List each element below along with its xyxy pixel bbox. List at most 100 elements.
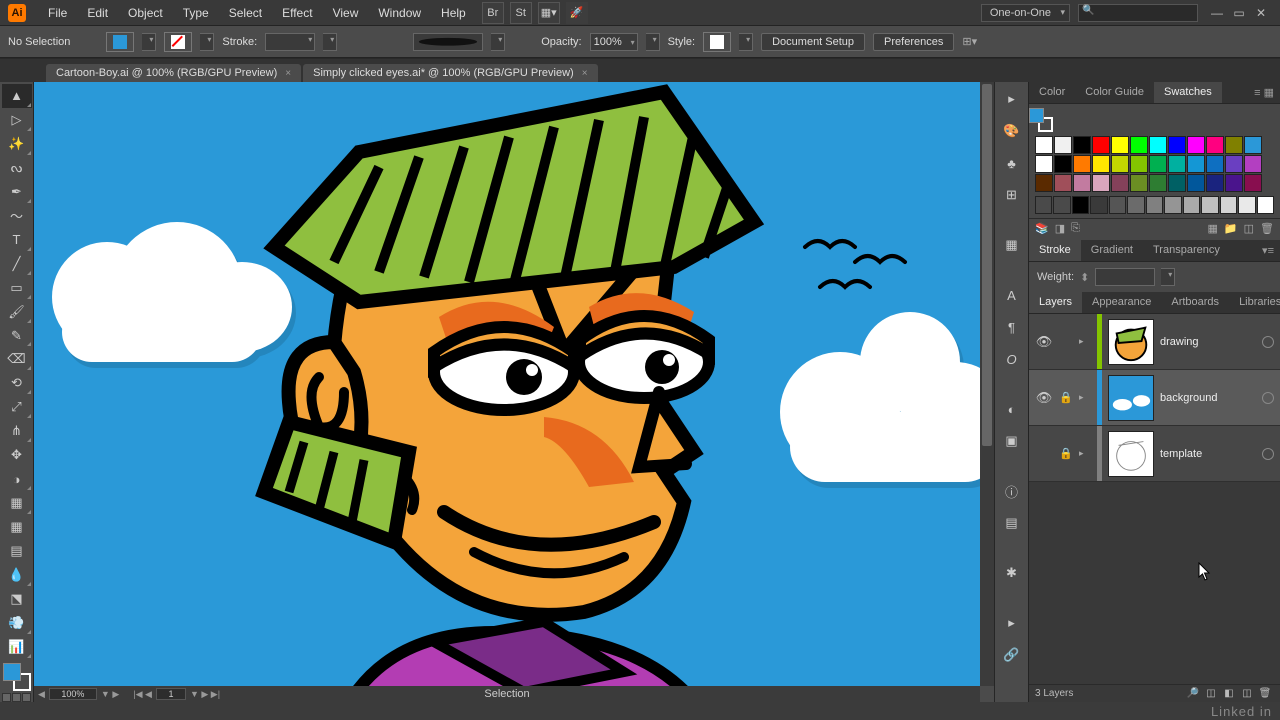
bridge-icon[interactable]: Br bbox=[482, 2, 504, 24]
swatch-chip[interactable] bbox=[1035, 155, 1053, 173]
swatch-chip[interactable] bbox=[1183, 196, 1200, 214]
eraser-tool[interactable]: ⌫ bbox=[2, 347, 32, 371]
menu-window[interactable]: Window bbox=[368, 0, 431, 26]
swatch-kind-icon[interactable]: ◨ bbox=[1055, 222, 1065, 235]
eyedropper-tool[interactable]: 💧 bbox=[2, 563, 32, 587]
window-close[interactable]: ✕ bbox=[1250, 6, 1272, 20]
horizontal-scrollbar[interactable]: ◀ 100% ▼ ▶ |◀ ◀ 1 ▼ ▶ ▶| Selection bbox=[34, 686, 980, 702]
make-clipping-mask-icon[interactable]: ◫ bbox=[1202, 688, 1220, 699]
tab-libraries[interactable]: Libraries bbox=[1229, 292, 1280, 313]
tab-color-guide[interactable]: Color Guide bbox=[1075, 82, 1154, 103]
menu-help[interactable]: Help bbox=[431, 0, 476, 26]
swatch-chip[interactable] bbox=[1244, 136, 1262, 154]
lasso-tool[interactable]: ᔓ bbox=[2, 156, 32, 180]
weight-stepper[interactable]: ⬍ bbox=[1080, 271, 1089, 284]
para-panel-icon[interactable]: ¶ bbox=[1001, 316, 1023, 338]
artboard[interactable] bbox=[34, 82, 980, 686]
visibility-toggle[interactable]: 👁 bbox=[1035, 334, 1053, 350]
layer-name[interactable]: drawing bbox=[1160, 336, 1256, 348]
doc-tab-2[interactable]: Simply clicked eyes.ai* @ 100% (RGB/GPU … bbox=[303, 64, 597, 82]
swatch-chip[interactable] bbox=[1244, 155, 1262, 173]
selection-tool[interactable]: ▲ bbox=[2, 84, 32, 108]
layer-name[interactable]: template bbox=[1160, 448, 1256, 460]
graphic-styles-icon[interactable]: ▣ bbox=[1001, 430, 1023, 452]
swatch-grid[interactable] bbox=[1029, 132, 1280, 196]
asset-export-icon[interactable]: ✱ bbox=[1001, 562, 1023, 584]
swatch-chip[interactable] bbox=[1201, 196, 1218, 214]
swatch-chip[interactable] bbox=[1168, 174, 1186, 192]
graphic-style[interactable] bbox=[703, 32, 731, 52]
swatch-chip[interactable] bbox=[1054, 174, 1072, 192]
perspective-tool[interactable]: ▦ bbox=[2, 491, 32, 515]
appearance-panel-icon[interactable]: ◐ bbox=[1001, 398, 1023, 420]
swatch-chip[interactable] bbox=[1092, 174, 1110, 192]
swatch-chip[interactable] bbox=[1111, 174, 1129, 192]
stroke-weight-dropdown[interactable] bbox=[323, 33, 337, 51]
expand-toggle[interactable]: ▸ bbox=[1079, 392, 1091, 403]
links-panel-icon[interactable]: 🔗 bbox=[1001, 644, 1023, 666]
properties-panel-icon[interactable]: ▸ bbox=[1001, 88, 1023, 110]
stroke-weight-field[interactable] bbox=[265, 33, 315, 51]
zoom-field[interactable]: 100% bbox=[49, 688, 97, 700]
mesh-tool[interactable]: ▦ bbox=[2, 515, 32, 539]
fill-swatch-dropdown[interactable] bbox=[142, 33, 156, 51]
opacity-dropdown[interactable] bbox=[646, 33, 660, 51]
swatch-chip[interactable] bbox=[1149, 155, 1167, 173]
tab-transparency[interactable]: Transparency bbox=[1143, 240, 1230, 261]
swatch-chip[interactable] bbox=[1244, 174, 1262, 192]
swatch-options-icon[interactable]: ⎘ bbox=[1071, 222, 1080, 235]
type-tool[interactable]: T bbox=[2, 228, 32, 252]
gradient-tool[interactable]: ▤ bbox=[2, 539, 32, 563]
actions-panel-icon[interactable]: ▸ bbox=[1001, 612, 1023, 634]
menu-file[interactable]: File bbox=[38, 0, 77, 26]
swatch-chip[interactable] bbox=[1187, 174, 1205, 192]
swatch-grayscale-row[interactable] bbox=[1029, 196, 1280, 218]
vertical-scrollbar[interactable] bbox=[980, 82, 994, 686]
menu-effect[interactable]: Effect bbox=[272, 0, 322, 26]
swatch-chip[interactable] bbox=[1035, 196, 1052, 214]
pen-tool[interactable]: ✒ bbox=[2, 180, 32, 204]
menu-select[interactable]: Select bbox=[219, 0, 272, 26]
swatch-chip[interactable] bbox=[1035, 136, 1053, 154]
swatch-chip[interactable] bbox=[1168, 136, 1186, 154]
rotate-tool[interactable]: ⟲ bbox=[2, 371, 32, 395]
visibility-toggle[interactable]: 👁 bbox=[1035, 390, 1053, 406]
swatch-chip[interactable] bbox=[1168, 155, 1186, 173]
scale-tool[interactable]: ⤢ bbox=[2, 395, 32, 419]
lock-toggle[interactable]: 🔒 bbox=[1059, 447, 1073, 460]
swatches-view-icons[interactable]: ≡ ▦ bbox=[1248, 82, 1280, 103]
delete-layer-icon[interactable]: 🗑 bbox=[1256, 688, 1274, 699]
menu-edit[interactable]: Edit bbox=[77, 0, 118, 26]
paintbrush-tool[interactable]: 🖌 bbox=[2, 300, 32, 324]
menu-type[interactable]: Type bbox=[173, 0, 219, 26]
layer-target[interactable] bbox=[1262, 336, 1274, 348]
locate-object-icon[interactable]: 🔎 bbox=[1184, 688, 1202, 699]
panel-menu-icon[interactable]: ▾≡ bbox=[1256, 240, 1280, 261]
swatch-chip[interactable] bbox=[1130, 136, 1148, 154]
new-sublayer-icon[interactable]: ◧ bbox=[1220, 688, 1238, 699]
gpu-icon[interactable]: 🚀 bbox=[566, 2, 588, 24]
swatch-libraries-icon[interactable]: 📚 bbox=[1035, 222, 1049, 235]
width-tool[interactable]: ⋔ bbox=[2, 419, 32, 443]
layer-name[interactable]: background bbox=[1160, 392, 1256, 404]
curvature-tool[interactable]: 〜 bbox=[2, 204, 32, 228]
new-swatch-icon[interactable]: ◫ bbox=[1244, 222, 1254, 235]
brush-profile-dropdown[interactable] bbox=[491, 33, 505, 51]
swatch-chip[interactable] bbox=[1054, 136, 1072, 154]
search-input[interactable] bbox=[1078, 4, 1198, 22]
swatch-chip[interactable] bbox=[1127, 196, 1144, 214]
swatch-chip[interactable] bbox=[1238, 196, 1255, 214]
swatch-chip[interactable] bbox=[1053, 196, 1070, 214]
arrange-docs-icon[interactable]: ▦▾ bbox=[538, 2, 560, 24]
char-panel-icon[interactable]: A bbox=[1001, 284, 1023, 306]
swatch-chip[interactable] bbox=[1111, 155, 1129, 173]
swatch-chip[interactable] bbox=[1054, 155, 1072, 173]
stroke-weight-input[interactable] bbox=[1095, 268, 1155, 286]
tab-layers[interactable]: Layers bbox=[1029, 292, 1082, 313]
swatch-chip[interactable] bbox=[1146, 196, 1163, 214]
swatch-chip[interactable] bbox=[1111, 136, 1129, 154]
layer-row[interactable]: 👁 🔒 ▸ background bbox=[1029, 370, 1280, 426]
fill-swatch[interactable] bbox=[106, 32, 134, 52]
symbol-sprayer-tool[interactable]: 💨 bbox=[2, 611, 32, 635]
swatch-chip[interactable] bbox=[1073, 174, 1091, 192]
